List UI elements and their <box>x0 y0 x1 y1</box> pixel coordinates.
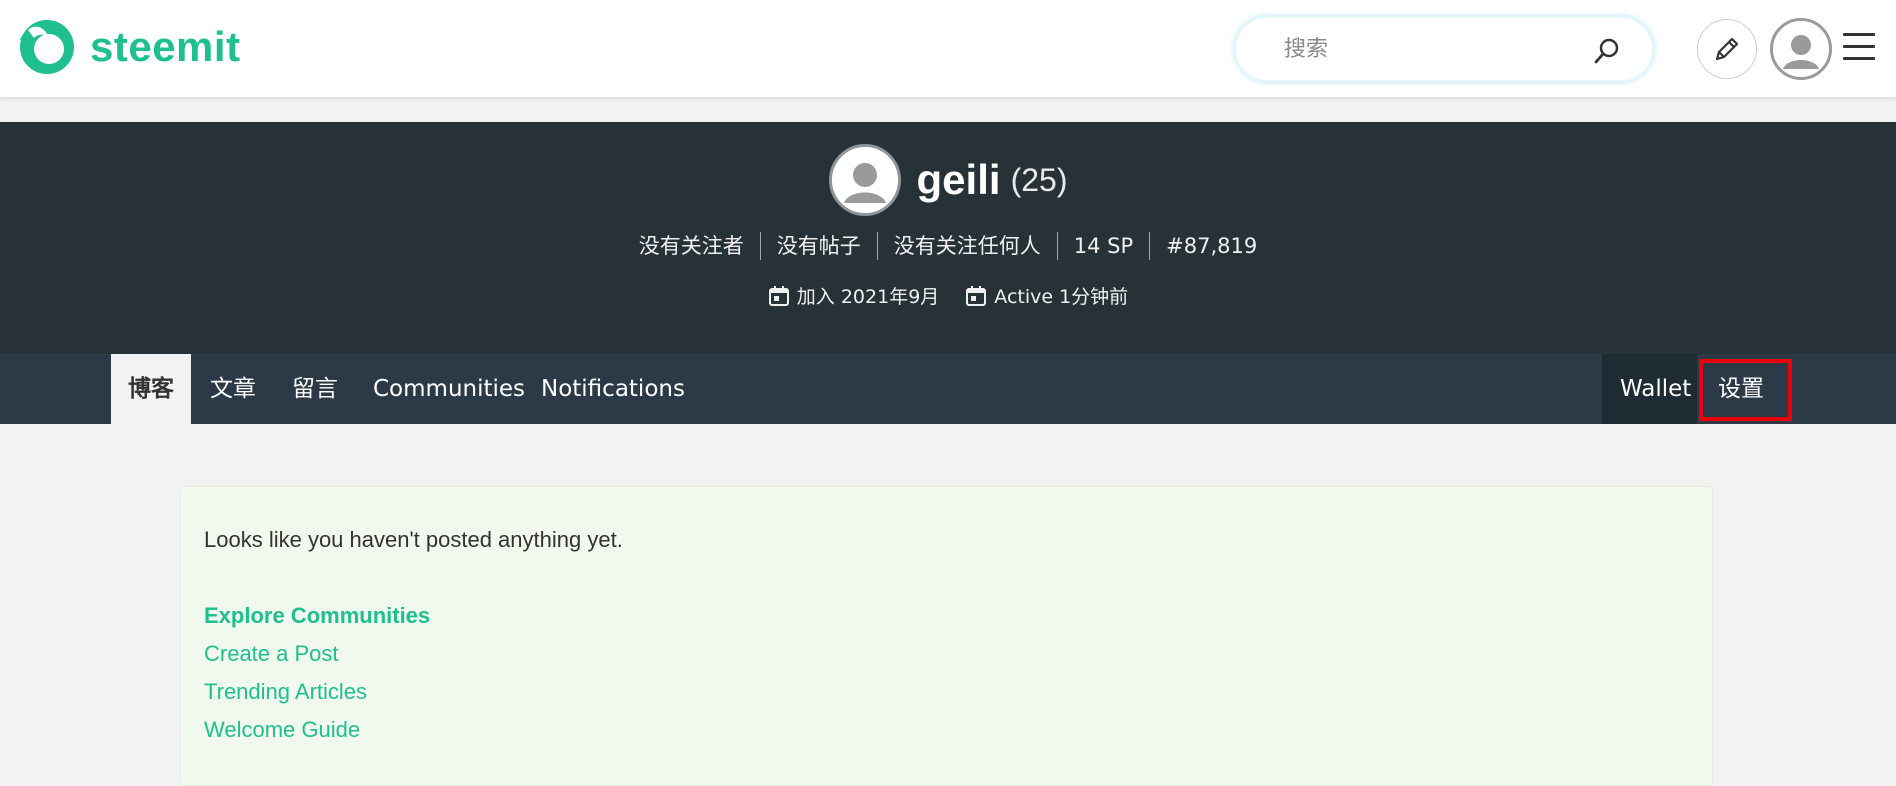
following-count[interactable]: 没有关注任何人 <box>878 232 1058 260</box>
empty-feed-message: Looks like you haven't posted anything y… <box>204 527 623 552</box>
profile-stats: 没有关注者 没有帖子 没有关注任何人 14 SP #87,819 <box>0 232 1896 260</box>
joined-text: 加入 2021年9月 <box>796 286 940 308</box>
profile-meta: 加入 2021年9月 Active 1分钟前 <box>0 282 1896 309</box>
menu-line <box>1843 57 1875 60</box>
followers-count[interactable]: 没有关注者 <box>623 232 761 260</box>
profile-nav: 博客 文章 留言 Communities Notifications Walle… <box>0 354 1896 424</box>
tab-blog[interactable]: 博客 <box>111 354 191 424</box>
user-avatar-icon <box>1773 21 1829 77</box>
calendar-icon <box>768 285 789 306</box>
explore-communities-link[interactable]: Explore Communities <box>204 603 430 629</box>
create-post-button[interactable] <box>1697 19 1757 79</box>
tab-comments[interactable]: 留言 <box>292 354 338 424</box>
profile-avatar[interactable] <box>828 144 901 216</box>
active-text: Active 1分钟前 <box>994 286 1129 308</box>
pencil-icon <box>1715 37 1739 61</box>
hamburger-menu-icon[interactable] <box>1843 33 1875 63</box>
calendar-icon <box>966 285 987 306</box>
tab-posts[interactable]: 文章 <box>210 354 256 424</box>
search-box[interactable] <box>1234 16 1654 82</box>
profile-reputation: (25) <box>1010 161 1068 198</box>
create-post-link[interactable]: Create a Post <box>204 641 339 667</box>
tab-communities[interactable]: Communities <box>373 354 525 424</box>
profile-username: geili <box>916 156 1001 203</box>
welcome-guide-link[interactable]: Welcome Guide <box>204 717 360 743</box>
rank: #87,819 <box>1166 234 1258 258</box>
last-active: Active 1分钟前 <box>965 282 1128 309</box>
search-input[interactable] <box>1284 36 1584 62</box>
tab-notifications[interactable]: Notifications <box>541 354 685 424</box>
profile-banner: geili (25) 没有关注者 没有帖子 没有关注任何人 14 SP #87,… <box>0 122 1896 354</box>
tab-settings[interactable]: 设置 <box>1718 354 1764 424</box>
menu-line <box>1843 45 1875 48</box>
empty-feed-card: Looks like you haven't posted anything y… <box>180 486 1713 786</box>
steemit-logo[interactable]: steemit <box>18 18 241 76</box>
profile-avatar-icon <box>831 147 898 213</box>
menu-line <box>1843 33 1875 36</box>
brand-name: steemit <box>90 23 241 70</box>
trending-articles-link[interactable]: Trending Articles <box>204 679 367 705</box>
joined-date: 加入 2021年9月 <box>768 282 939 309</box>
tab-wallet[interactable]: Wallet <box>1620 354 1691 424</box>
steem-power: 14 SP <box>1058 232 1151 260</box>
profile-header-row: geili (25) <box>0 144 1896 216</box>
posts-count[interactable]: 没有帖子 <box>761 232 878 260</box>
user-menu-avatar[interactable] <box>1770 18 1832 80</box>
steemit-logo-icon <box>20 20 74 74</box>
top-header: steemit <box>0 0 1896 97</box>
search-icon[interactable] <box>1592 36 1622 66</box>
